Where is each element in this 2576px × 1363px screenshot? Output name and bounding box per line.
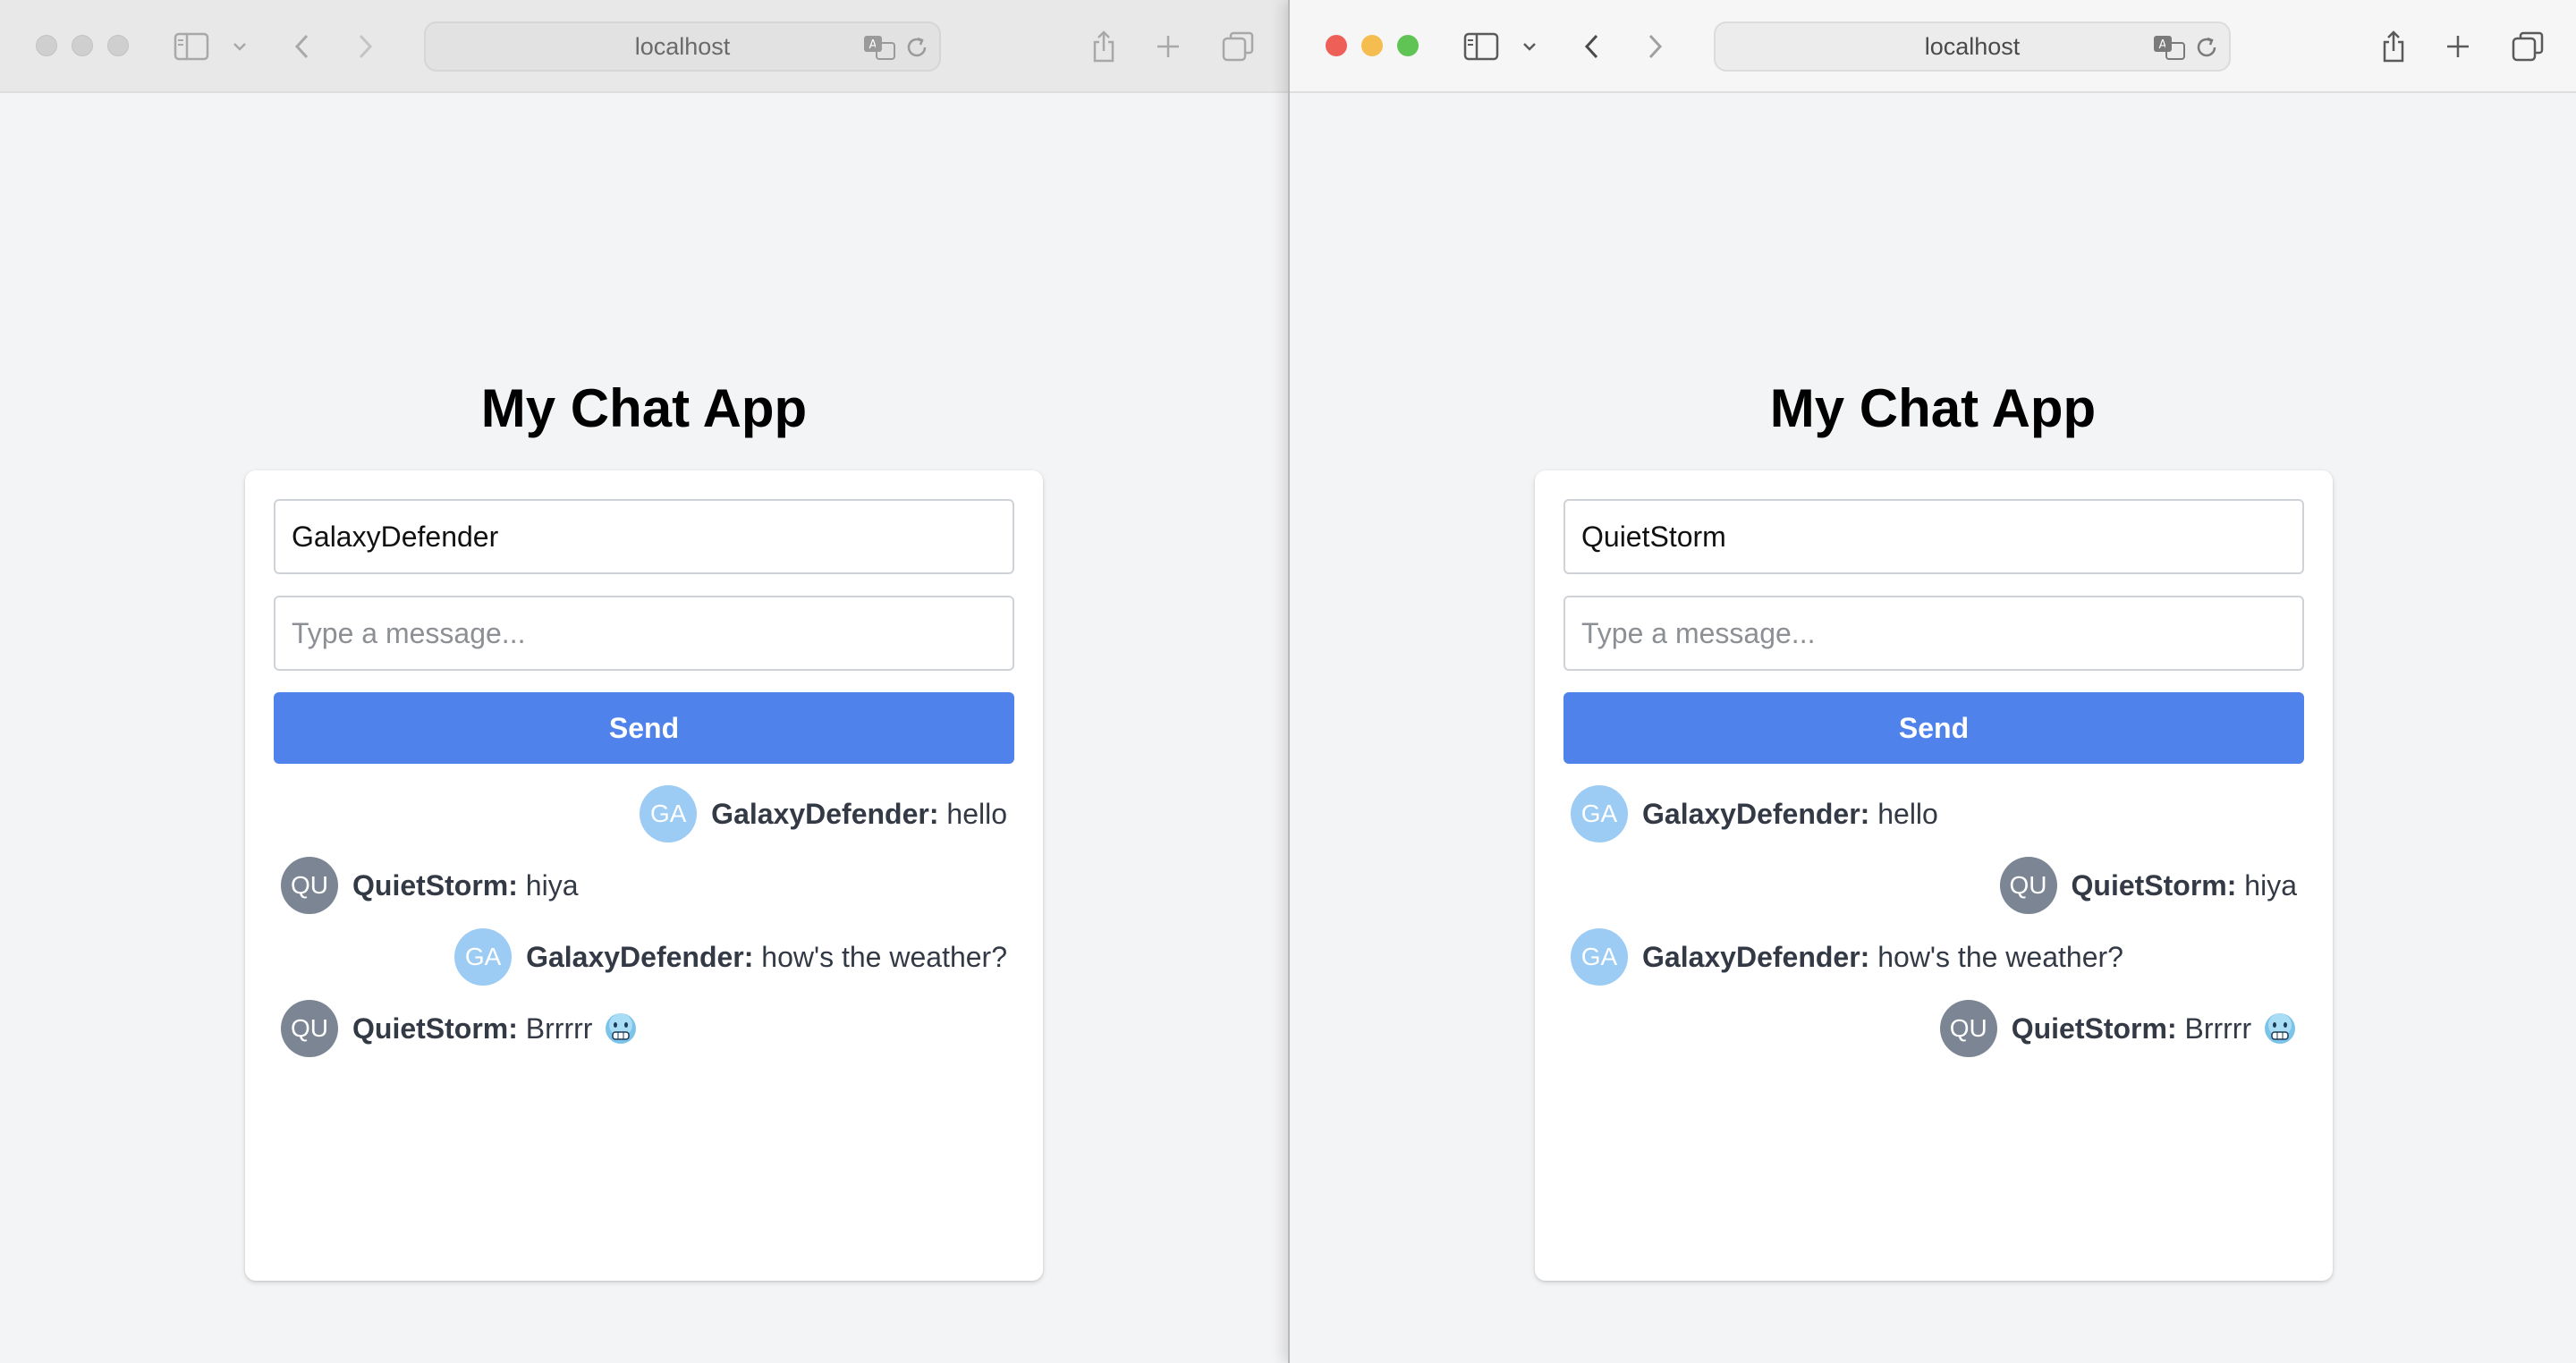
message-body: hello: [1877, 797, 1938, 830]
address-bar[interactable]: localhost A: [1714, 21, 2231, 72]
message-author: QuietStorm:: [352, 868, 518, 902]
avatar: GA: [454, 928, 513, 986]
avatar: QU: [281, 857, 338, 914]
forward-arrow-icon[interactable]: [1630, 21, 1680, 72]
chat-message: QU QuietStorm: hiya: [274, 850, 1014, 921]
minimize-window-button[interactable]: [1361, 35, 1383, 56]
avatar: GA: [640, 785, 698, 842]
message-author: QuietStorm:: [2071, 868, 2237, 902]
zoom-window-button[interactable]: [1397, 35, 1419, 56]
chat-card: Send GA GalaxyDefender: hello QU QuietSt…: [1535, 470, 2333, 1281]
page-title: My Chat App: [480, 378, 808, 438]
translate-icon[interactable]: A: [862, 34, 898, 61]
message-input[interactable]: [1563, 596, 2304, 671]
message-list: GA GalaxyDefender: hello QU QuietStorm: …: [274, 778, 1014, 1064]
window-controls: [36, 35, 129, 56]
chat-message: QU QuietStorm: hiya: [1563, 850, 2304, 921]
desktop: localhost A My Chat App GalaxyDefender T…: [0, 0, 2576, 1363]
chat-message: GA GalaxyDefender: how's the weather?: [1563, 921, 2304, 993]
username-input[interactable]: [274, 499, 1014, 574]
message-input[interactable]: [274, 596, 1014, 671]
message-author: GalaxyDefender:: [1642, 940, 1870, 973]
page-content: My Chat App Send GA GalaxyDefender: hell…: [0, 93, 1288, 1363]
new-tab-icon[interactable]: [1143, 21, 1193, 72]
browser-window-right: localhost A My Chat App QuietStorm Type …: [1288, 0, 2576, 1363]
chat-message: GA GalaxyDefender: how's the weather?: [274, 921, 1014, 993]
message-author: GalaxyDefender:: [526, 940, 754, 973]
browser-window-left: localhost A My Chat App GalaxyDefender T…: [0, 0, 1288, 1363]
message-body: how's the weather?: [1877, 940, 2123, 973]
reload-icon[interactable]: [2193, 34, 2220, 61]
zoom-window-button[interactable]: [107, 35, 129, 56]
freezing-face-icon: [604, 1012, 638, 1046]
address-text: localhost: [634, 32, 731, 60]
tab-overview-icon[interactable]: [2503, 21, 2553, 72]
chat-message: GA GalaxyDefender: hello: [274, 778, 1014, 850]
forward-arrow-icon[interactable]: [340, 21, 390, 72]
avatar: GA: [1571, 785, 1628, 842]
message-body: how's the weather?: [761, 940, 1007, 973]
freezing-face-icon: [2263, 1012, 2297, 1046]
message-author: GalaxyDefender:: [711, 797, 939, 830]
translate-icon[interactable]: A: [2152, 34, 2188, 61]
chat-card: Send GA GalaxyDefender: hello QU QuietSt…: [245, 470, 1043, 1281]
browser-toolbar: localhost A: [1290, 0, 2576, 93]
chat-message: QU QuietStorm: Brrrrr: [1563, 993, 2304, 1064]
reload-icon[interactable]: [903, 34, 930, 61]
chat-message: QU QuietStorm: Brrrrr: [274, 993, 1014, 1064]
chat-message: GA GalaxyDefender: hello: [1563, 778, 2304, 850]
sidebar-toggle-icon[interactable]: [166, 21, 216, 72]
message-author: QuietStorm:: [2011, 1012, 2177, 1045]
message-body: hiya: [2244, 868, 2297, 902]
avatar: QU: [281, 1000, 338, 1057]
username-input[interactable]: [1563, 499, 2304, 574]
page-content: My Chat App Send GA GalaxyDefender: hell…: [1290, 93, 2576, 1363]
message-body: hello: [946, 797, 1007, 830]
tab-overview-icon[interactable]: [1213, 21, 1263, 72]
new-tab-icon[interactable]: [2433, 21, 2483, 72]
sidebar-toggle-icon[interactable]: [1456, 21, 1506, 72]
avatar: QU: [1999, 857, 2057, 914]
close-window-button[interactable]: [36, 35, 57, 56]
share-icon[interactable]: [1079, 21, 1129, 72]
message-author: QuietStorm:: [352, 1012, 518, 1045]
back-arrow-icon[interactable]: [1567, 21, 1617, 72]
address-bar[interactable]: localhost A: [424, 21, 941, 72]
chevron-down-icon[interactable]: [1515, 21, 1544, 72]
send-button[interactable]: Send: [1563, 692, 2304, 764]
message-body: Brrrrr: [525, 1012, 593, 1045]
message-body: Brrrrr: [2184, 1012, 2252, 1045]
chevron-down-icon[interactable]: [225, 21, 254, 72]
avatar: QU: [1939, 1000, 1997, 1057]
message-author: GalaxyDefender:: [1642, 797, 1870, 830]
page-title: My Chat App: [1769, 378, 2097, 438]
send-button[interactable]: Send: [274, 692, 1014, 764]
avatar: GA: [1571, 928, 1628, 986]
message-body: hiya: [525, 868, 579, 902]
window-controls: [1326, 35, 1419, 56]
message-list: GA GalaxyDefender: hello QU QuietStorm: …: [1563, 778, 2304, 1064]
address-text: localhost: [1924, 32, 2021, 60]
minimize-window-button[interactable]: [72, 35, 93, 56]
browser-toolbar: localhost A: [0, 0, 1288, 93]
back-arrow-icon[interactable]: [277, 21, 327, 72]
share-icon[interactable]: [2368, 21, 2419, 72]
close-window-button[interactable]: [1326, 35, 1347, 56]
